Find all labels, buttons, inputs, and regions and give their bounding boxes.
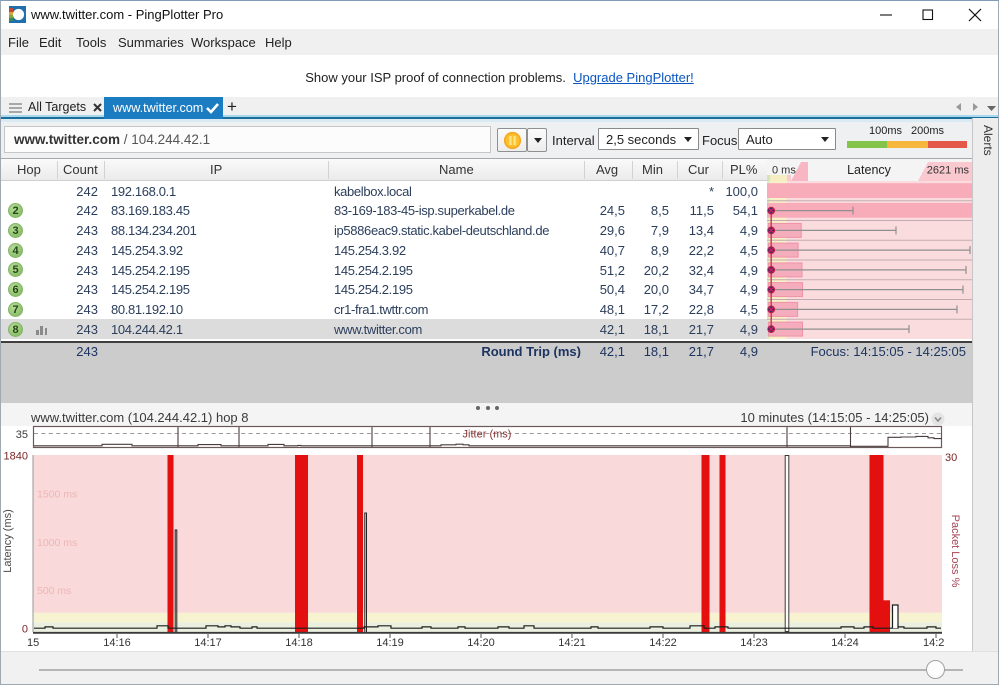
svg-text:14:18: 14:18 <box>285 637 313 649</box>
svg-text:15: 15 <box>27 637 39 649</box>
svg-text:14:2: 14:2 <box>923 637 944 649</box>
svg-text:1500 ms: 1500 ms <box>37 489 77 501</box>
svg-text:1000 ms: 1000 ms <box>37 537 77 549</box>
svg-text:14:22: 14:22 <box>649 637 677 649</box>
svg-text:500 ms: 500 ms <box>37 585 71 597</box>
svg-text:0: 0 <box>22 624 28 636</box>
svg-text:14:21: 14:21 <box>558 637 586 649</box>
svg-text:Jitter (ms): Jitter (ms) <box>463 429 512 441</box>
svg-text:14:16: 14:16 <box>103 637 131 649</box>
svg-text:14:24: 14:24 <box>831 637 859 649</box>
svg-text:35: 35 <box>16 429 28 441</box>
svg-text:14:23: 14:23 <box>740 637 768 649</box>
svg-text:Latency (ms): Latency (ms) <box>2 509 14 573</box>
svg-text:Latency: Latency <box>847 163 892 177</box>
svg-text:14:19: 14:19 <box>376 637 404 649</box>
svg-text:30: 30 <box>945 452 957 464</box>
svg-text:2621 ms: 2621 ms <box>927 165 970 177</box>
svg-text:14:17: 14:17 <box>194 637 222 649</box>
svg-text:1840: 1840 <box>4 451 28 463</box>
svg-text:0 ms: 0 ms <box>772 165 796 177</box>
svg-text:Packet Loss %: Packet Loss % <box>949 515 961 588</box>
svg-text:14:20: 14:20 <box>467 637 495 649</box>
